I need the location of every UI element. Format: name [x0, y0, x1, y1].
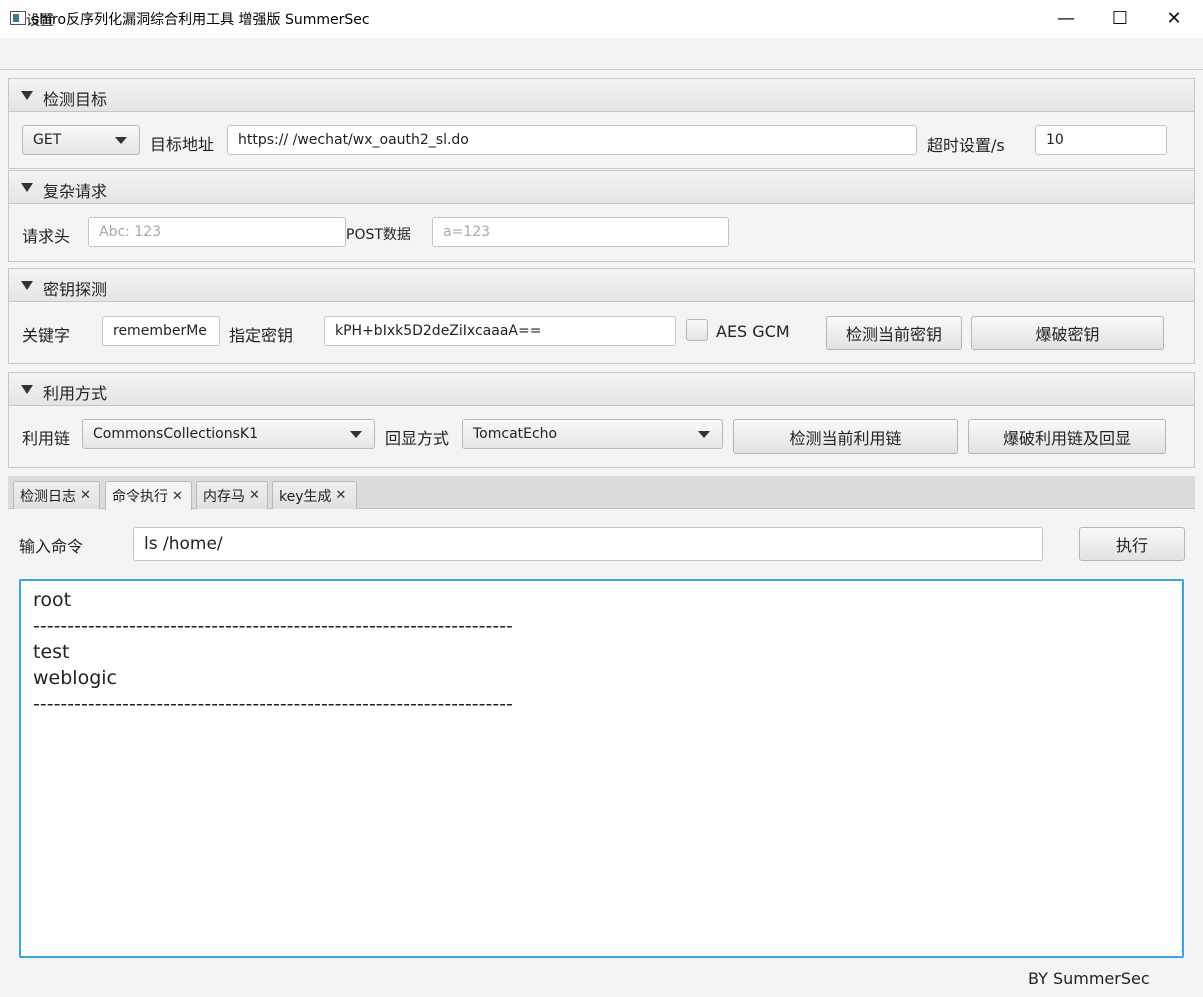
target-pane-title: 检测目标: [43, 90, 108, 109]
keyword-input[interactable]: rememberMe: [102, 316, 220, 346]
echo-value: TomcatEcho: [473, 426, 558, 442]
dropdown-arrow-icon: [115, 137, 127, 144]
url-input[interactable]: https:// /wechat/wx_oauth2_sl.do: [227, 125, 917, 155]
key-pane-title: 密钥探测: [43, 280, 108, 299]
brute-chain-button[interactable]: 爆破利用链及回显: [968, 419, 1166, 454]
output-line: ----------------------------------------…: [33, 615, 513, 637]
output-line: root: [33, 589, 72, 611]
tab-memshell[interactable]: 内存马 ✕: [196, 481, 268, 509]
url-label: 目标地址: [150, 135, 215, 154]
tab-label: key生成: [279, 488, 332, 505]
collapse-triangle-icon: [21, 91, 33, 100]
headers-input[interactable]: Abc: 123: [88, 217, 346, 247]
post-label: POST数据: [346, 227, 411, 243]
window-title: shiro反序列化漏洞综合利用工具 增强版 SummerSec: [32, 12, 370, 28]
collapse-triangle-icon: [21, 385, 33, 394]
tab-label: 命令执行: [112, 489, 168, 505]
menu-bar: [0, 38, 1203, 70]
chain-label: 利用链: [22, 429, 71, 448]
command-label: 输入命令: [19, 537, 84, 556]
execute-button[interactable]: 执行: [1079, 527, 1185, 561]
aes-gcm-label: AES GCM: [716, 322, 790, 341]
target-pane-header[interactable]: 检测目标: [8, 78, 1195, 112]
check-key-button[interactable]: 检测当前密钥: [826, 316, 962, 350]
dropdown-arrow-icon: [698, 431, 710, 438]
aes-gcm-checkbox[interactable]: [686, 319, 708, 341]
dropdown-arrow-icon: [350, 431, 362, 438]
menu-settings[interactable]: 设置: [26, 10, 54, 30]
key-input[interactable]: kPH+bIxk5D2deZiIxcaaaA==: [324, 316, 676, 346]
key-label: 指定密钥: [229, 326, 294, 345]
tab-command-exec[interactable]: 命令执行 ✕: [105, 481, 192, 510]
chain-select[interactable]: CommonsCollectionsK1: [82, 419, 375, 449]
tab-detect-log[interactable]: 检测日志 ✕: [13, 481, 100, 509]
tab-key-gen[interactable]: key生成 ✕: [272, 481, 357, 509]
exploit-pane-header[interactable]: 利用方式: [8, 372, 1195, 406]
collapse-triangle-icon: [21, 183, 33, 192]
complex-pane-header[interactable]: 复杂请求: [8, 170, 1195, 204]
collapse-triangle-icon: [21, 281, 33, 290]
echo-label: 回显方式: [385, 429, 450, 448]
tab-close-icon[interactable]: ✕: [249, 488, 260, 503]
brute-key-button[interactable]: 爆破密钥: [971, 316, 1164, 350]
complex-pane-title: 复杂请求: [43, 182, 108, 201]
method-select[interactable]: GET: [22, 125, 140, 155]
tab-close-icon[interactable]: ✕: [172, 489, 183, 504]
tab-label: 检测日志: [20, 488, 76, 505]
output-line: test: [33, 641, 70, 663]
tab-close-icon[interactable]: ✕: [336, 488, 347, 503]
app-icon: [10, 11, 26, 25]
echo-select[interactable]: TomcatEcho: [462, 419, 723, 449]
close-button[interactable]: ✕: [1147, 0, 1201, 36]
output-line: weblogic: [33, 667, 117, 689]
output-line: ----------------------------------------…: [33, 693, 513, 715]
chain-value: CommonsCollectionsK1: [93, 426, 258, 442]
command-output[interactable]: root -----------------------------------…: [19, 579, 1184, 958]
check-chain-button[interactable]: 检测当前利用链: [733, 419, 958, 454]
keyword-label: 关键字: [22, 326, 71, 345]
key-pane-header[interactable]: 密钥探测: [8, 268, 1195, 302]
command-input[interactable]: ls /home/: [133, 527, 1043, 561]
maximize-button[interactable]: ☐: [1093, 0, 1147, 36]
timeout-input[interactable]: 10: [1035, 125, 1167, 155]
post-data-input[interactable]: a=123: [432, 217, 729, 247]
footer-author: BY SummerSec: [1028, 969, 1150, 988]
headers-label: 请求头: [22, 227, 71, 246]
tab-close-icon[interactable]: ✕: [80, 488, 91, 503]
exploit-pane-title: 利用方式: [43, 384, 108, 403]
method-value: GET: [33, 132, 62, 148]
minimize-button[interactable]: —: [1039, 0, 1093, 36]
tab-label: 内存马: [203, 488, 245, 505]
timeout-label: 超时设置/s: [927, 136, 1005, 155]
